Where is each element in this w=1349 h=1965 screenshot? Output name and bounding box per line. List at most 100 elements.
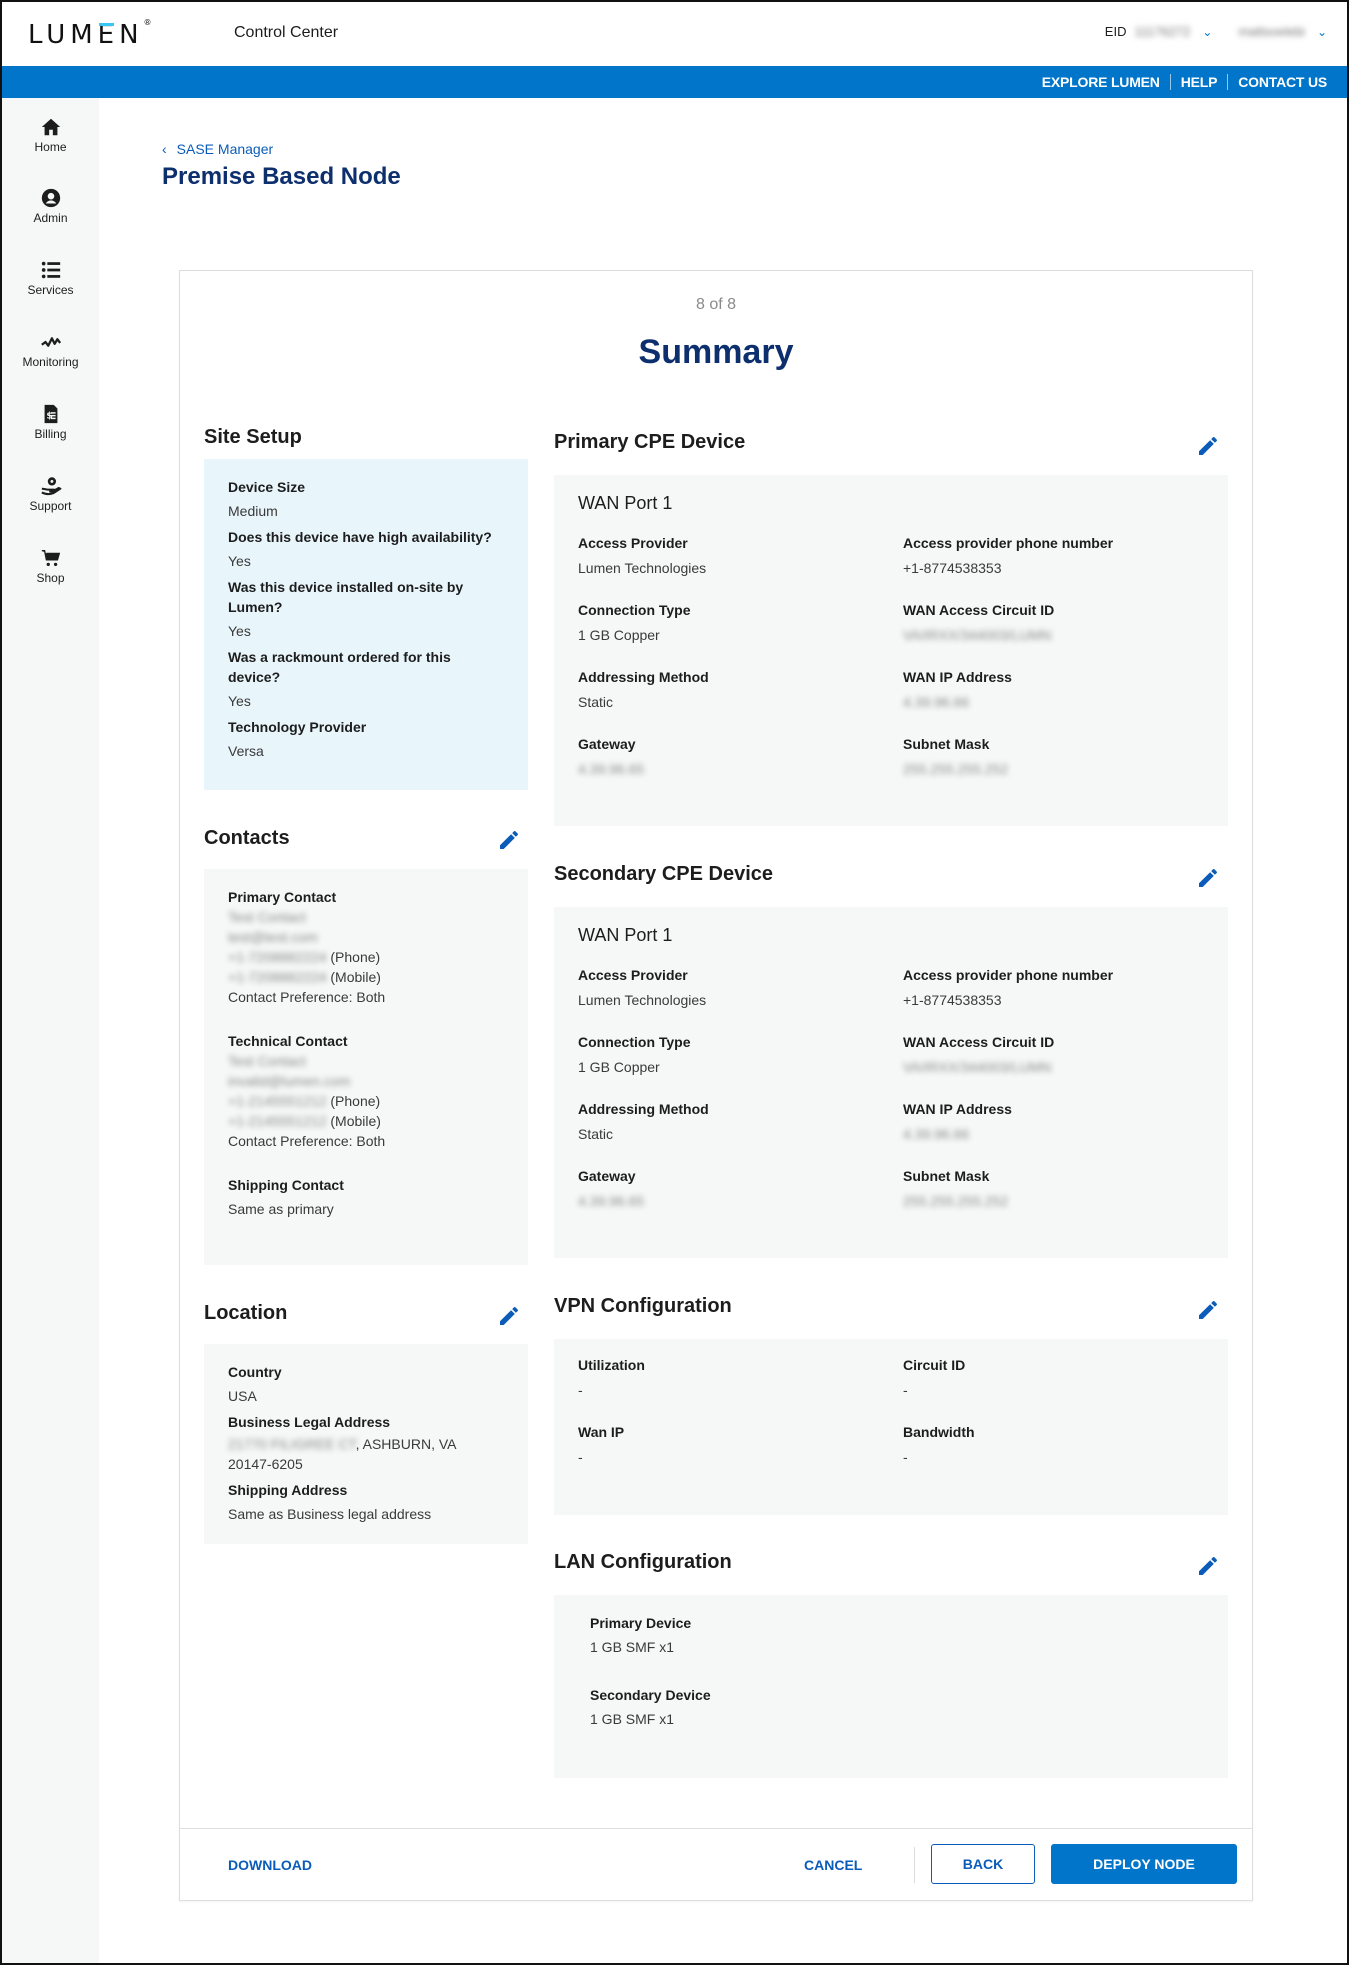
edit-location-button[interactable]	[497, 1304, 521, 1328]
field-value: Versa	[228, 743, 264, 759]
breadcrumb-link[interactable]: SASE Manager	[177, 141, 274, 157]
field-label: Technology Provider	[228, 719, 367, 735]
eid-chevron-down-icon[interactable]: ⌄	[1202, 25, 1212, 39]
sidebar-item-label: Shop	[36, 571, 65, 585]
field-value: Lumen Technologies	[578, 560, 707, 576]
field-subnet-mask: Subnet Mask 255.255.255.252	[903, 1166, 1203, 1211]
pencil-icon	[1199, 1557, 1217, 1575]
edit-secondary-cpe-button[interactable]	[1196, 866, 1220, 890]
mobile-suffix: (Mobile)	[330, 969, 381, 985]
field-label: WAN Access Circuit ID	[903, 602, 1055, 618]
phone-suffix: (Phone)	[330, 1093, 381, 1109]
summary-title: Summary	[638, 333, 794, 371]
contact-email: invalid@lumen.com	[228, 1073, 351, 1089]
sidebar-item-shop[interactable]: Shop	[2, 547, 99, 585]
secondary-cpe-title: Secondary CPE Device	[554, 863, 773, 885]
lan-panel: Primary Device 1 GB SMF x1 Secondary Dev…	[554, 1595, 1228, 1778]
field-high-availability: Does this device have high availability?…	[228, 527, 504, 571]
download-button[interactable]: DOWNLOAD	[228, 1857, 312, 1873]
field-label: Access provider phone number	[903, 967, 1114, 983]
page-title: Premise Based Node	[162, 163, 401, 190]
field-label: Gateway	[578, 736, 636, 752]
field-value: +1-8774538353	[903, 560, 1002, 576]
field-technology-provider: Technology Provider Versa	[228, 717, 504, 761]
eid-value[interactable]: 11176272	[1134, 24, 1190, 39]
pulse-icon	[2, 331, 99, 353]
field-value: +1-8774538353	[903, 992, 1002, 1008]
list-icon	[2, 259, 99, 281]
field-value: 4.39.96.65	[578, 1193, 645, 1209]
field-value: 255.255.255.252	[903, 1193, 1009, 1209]
field-label: Primary Contact	[228, 889, 337, 905]
breadcrumb[interactable]: ‹ SASE Manager	[162, 141, 273, 157]
field-bandwidth: Bandwidth -	[903, 1422, 1203, 1467]
secondary-cpe-fields: Access Provider Lumen Technologies Access …	[578, 965, 1203, 1211]
contact-us-link[interactable]: CONTACT US	[1228, 74, 1337, 90]
sidebar-item-monitoring[interactable]: Monitoring	[2, 331, 99, 369]
card-footer: DOWNLOAD CANCEL BACK DEPLOY NODE	[180, 1828, 1252, 1900]
field-value: 1 GB SMF x1	[590, 1639, 675, 1655]
edit-lan-button[interactable]	[1196, 1554, 1220, 1578]
sidebar-item-home[interactable]: Home	[2, 116, 99, 154]
sidebar-item-label: Home	[34, 140, 67, 154]
sidebar-item-support[interactable]: Support	[2, 475, 99, 513]
field-value: Same as primary	[228, 1201, 334, 1217]
edit-contacts-button[interactable]	[497, 828, 521, 852]
user-name[interactable]: mattsoelebi	[1238, 24, 1304, 39]
wan-port-title: WAN Port 1	[578, 493, 673, 513]
explore-lumen-link[interactable]: EXPLORE LUMEN	[1032, 74, 1170, 90]
field-label: Access Provider	[578, 535, 688, 551]
field-value: Lumen Technologies	[578, 992, 707, 1008]
edit-vpn-button[interactable]	[1196, 1298, 1220, 1322]
divider	[914, 1847, 915, 1883]
help-link[interactable]: HELP	[1171, 74, 1228, 90]
field-circuit-id: Circuit ID -	[903, 1355, 1203, 1400]
field-label: Secondary Device	[590, 1687, 711, 1703]
technical-contact: Technical Contact Test Contact invalid@l…	[228, 1031, 504, 1151]
primary-cpe-title: Primary CPE Device	[554, 431, 746, 453]
field-wan-access-circuit-id: WAN Access Circuit ID VA/IRXX/344003/LUMN	[903, 600, 1203, 645]
sidebar-item-billing[interactable]: $ Billing	[2, 403, 99, 441]
user-chevron-down-icon[interactable]: ⌄	[1317, 25, 1327, 39]
field-access-provider: Access Provider Lumen Technologies	[578, 965, 903, 1010]
field-wan-ip: Wan IP -	[578, 1422, 903, 1467]
field-value: 4.39.96.65	[578, 761, 645, 777]
field-label: Connection Type	[578, 1034, 691, 1050]
field-label: Subnet Mask	[903, 1168, 990, 1184]
field-label: Was a rackmount ordered for this device?	[228, 649, 451, 685]
field-value: Yes	[228, 693, 251, 709]
contact-name: Test Contact	[228, 1053, 306, 1069]
lumen-logo[interactable]: LUMEN®	[28, 18, 152, 50]
country-value: USA	[228, 1388, 257, 1404]
field-installed-onsite: Was this device installed on-site by Lum…	[228, 577, 504, 641]
field-value: 1 GB Copper	[578, 627, 660, 643]
pencil-icon	[1199, 1301, 1217, 1319]
eid-label: EID	[1104, 24, 1127, 39]
field-value: Static	[578, 1126, 614, 1142]
field-value: 1 GB Copper	[578, 1059, 660, 1075]
field-addressing-method: Addressing Method Static	[578, 667, 903, 712]
field-connection-type: Connection Type 1 GB Copper	[578, 600, 903, 645]
contacts-panel: Primary Contact Test Contact test@test.c…	[204, 869, 528, 1265]
shipping-address-value: Same as Business legal address	[228, 1506, 432, 1522]
field-label: Subnet Mask	[903, 736, 990, 752]
field-label: Shipping Contact	[228, 1177, 344, 1193]
home-icon	[2, 116, 99, 138]
step-indicator: 8 of 8	[695, 296, 737, 313]
location-title: Location	[204, 1302, 288, 1324]
sidebar-item-services[interactable]: Services	[2, 259, 99, 297]
sidebar: Home Admin Services Monitoring $ Billing…	[2, 98, 99, 1963]
account-area: EID 11176272 ⌄ mattsoelebi ⌄	[1105, 24, 1327, 39]
field-label: Gateway	[578, 1168, 636, 1184]
field-value: Yes	[228, 623, 251, 639]
edit-primary-cpe-button[interactable]	[1196, 434, 1220, 458]
field-value: -	[903, 1449, 908, 1465]
field-label: Connection Type	[578, 602, 691, 618]
field-label: Shipping Address	[228, 1482, 348, 1498]
back-button[interactable]: BACK	[931, 1844, 1035, 1884]
field-gateway: Gateway 4.39.96.65	[578, 1166, 903, 1211]
sidebar-item-admin[interactable]: Admin	[2, 187, 99, 225]
deploy-node-button[interactable]: DEPLOY NODE	[1051, 1844, 1237, 1884]
cancel-button[interactable]: CANCEL	[804, 1857, 862, 1873]
field-value: -	[903, 1382, 908, 1398]
